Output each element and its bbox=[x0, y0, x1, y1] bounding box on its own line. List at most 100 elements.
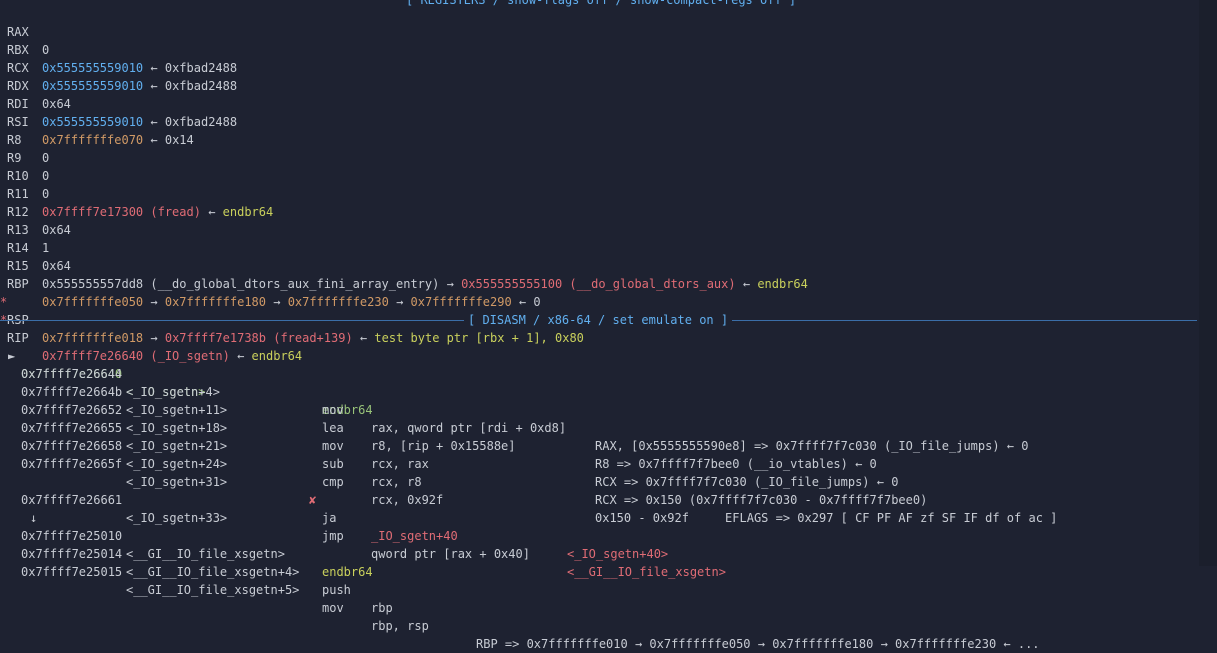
instruction-operands: _IO_sgetn+40 bbox=[371, 529, 458, 543]
instruction-operands: rbp bbox=[371, 601, 393, 615]
instruction-address: 0x7ffff7e26655 bbox=[21, 421, 123, 435]
instruction-mnemonic: mov bbox=[322, 403, 344, 417]
disasm-flow-marker: ↓ bbox=[0, 491, 37, 525]
register-value: 0x555555559010 bbox=[42, 61, 144, 75]
arrow-left-icon: ← bbox=[150, 61, 158, 75]
register-rdx: RDX 0x64 bbox=[0, 59, 71, 111]
disasm-line: 0x7ffff7e26658 <_IO_sgetn+24> cmp rcx, 0… bbox=[0, 419, 1057, 525]
arrow-left-icon: ← bbox=[208, 205, 216, 219]
arrow-left-icon: ← bbox=[518, 295, 527, 309]
instruction-symbol: <_IO_sgetn+33> bbox=[126, 511, 228, 525]
register-target: 0 bbox=[533, 295, 541, 309]
register-value: 0 bbox=[42, 187, 50, 201]
register-r9: R9 0 bbox=[0, 131, 49, 183]
register-r10: R10 0 bbox=[0, 149, 49, 201]
register-mid: 0x7ffff7e1738b (fread+139) bbox=[164, 331, 353, 345]
instruction-symbol: <_IO_sgetn+31> bbox=[126, 475, 228, 489]
registers-banner: [ REGISTERS / show-flags off / show-comp… bbox=[402, 0, 801, 8]
disasm-banner: [ DISASM / x86-64 / set emulate on ] bbox=[464, 312, 733, 328]
instruction-mnemonic: sub bbox=[322, 457, 344, 471]
register-value: 0x555555557dd8 (__do_global_dtors_aux_fi… bbox=[42, 277, 440, 291]
instruction-address: 0x7ffff7e25010 bbox=[21, 529, 123, 543]
register-chain-1: 0x7fffffffe180 bbox=[164, 295, 266, 309]
register-r13: R13 1 bbox=[0, 203, 49, 255]
register-value: 0x555555559010 bbox=[42, 115, 144, 129]
instruction-symbol: <_IO_sgetn+11> bbox=[126, 403, 228, 417]
instruction-address: 0x7ffff7e26661 bbox=[21, 493, 123, 507]
instruction-comment: RAX, [0x5555555590e8] => 0x7ffff7f7c030 … bbox=[595, 439, 1029, 453]
instruction-comment: R8 => 0x7ffff7f7bee0 (__io_vtables) ← 0 bbox=[595, 457, 877, 471]
register-rbx: RBX 0x555555559010 ← 0xfbad2488 bbox=[0, 23, 237, 75]
register-value: 0x64 bbox=[42, 259, 71, 273]
instruction-comment: 0x150 - 0x92f EFLAGS => 0x297 [ CF PF AF… bbox=[595, 511, 1058, 525]
arrow-right-icon: → bbox=[446, 277, 454, 291]
register-r12: R12 0x64 bbox=[0, 185, 71, 237]
instruction-operands: rcx, 0x92f bbox=[371, 493, 444, 507]
register-rsp: * RSP 0x7fffffffe018 → 0x7ffff7e1738b (f… bbox=[0, 295, 584, 345]
register-target: 0x14 bbox=[164, 133, 194, 147]
instruction-comment: RCX => 0x150 (0x7ffff7f7c030 - 0x7ffff7f… bbox=[595, 493, 928, 507]
register-r8: R8 0 bbox=[0, 113, 49, 165]
instruction-symbol: <__GI__IO_file_xsgetn+5> bbox=[126, 583, 300, 597]
instruction-mnemonic: jmp bbox=[322, 529, 344, 543]
register-rdi: RDI 0x555555559010 ← 0xfbad2488 bbox=[0, 77, 237, 129]
register-value: 0x7fffffffe018 bbox=[42, 331, 144, 345]
register-chain-2: 0x7fffffffe230 bbox=[287, 295, 389, 309]
instruction-operands: rax, qword ptr [rdi + 0xd8] bbox=[371, 421, 567, 435]
scrollbar[interactable] bbox=[1199, 0, 1217, 566]
register-rax: RAX 0 bbox=[0, 5, 49, 57]
register-chain-3: 0x7fffffffe290 bbox=[410, 295, 512, 309]
instruction-operands: rcx, r8 bbox=[371, 475, 422, 489]
register-r15: R15 0x555555557dd8 (__do_global_dtors_au… bbox=[0, 239, 808, 291]
instruction-operands: rbp, rsp bbox=[371, 619, 429, 633]
register-r14: R14 0x64 bbox=[0, 221, 71, 273]
register-target: endbr64 bbox=[222, 205, 274, 219]
instruction-comment: RBP => 0x7fffffffe010 → 0x7fffffffe050 →… bbox=[476, 637, 1040, 651]
register-target: 0xfbad2488 bbox=[164, 115, 238, 129]
instruction-symbol: <_IO_sgetn+21> bbox=[126, 439, 228, 453]
instruction-symbol: <_IO_sgetn+24> bbox=[126, 457, 228, 471]
disasm-line: 0x7ffff7e25014 <__GI__IO_file_xsgetn+4> … bbox=[0, 527, 393, 615]
register-rcx: RCX 0x555555559010 ← 0xfbad2488 bbox=[0, 41, 237, 93]
disasm-line: 0x7ffff7e26644 <_IO_sgetn+4> mov rax, qw… bbox=[0, 347, 1028, 453]
disasm-line-current: ► 0x7ffff7e26640 <_IO_sgetn> endbr64 bbox=[0, 329, 373, 417]
register-target: 0xfbad2488 bbox=[164, 61, 238, 75]
instruction-symbol: <_IO_sgetn+18> bbox=[126, 421, 228, 435]
instruction-mnemonic: cmp bbox=[322, 475, 344, 489]
disasm-line: 0x7ffff7e2665f <_IO_sgetn+31> ✘ ja _IO_s… bbox=[0, 437, 668, 561]
instruction-operands: qword ptr [rax + 0x40] bbox=[371, 547, 530, 561]
register-rsi: RSI 0x7fffffffe070 ← 0x14 bbox=[0, 95, 194, 147]
arrow-left-icon: ← bbox=[359, 331, 368, 345]
instruction-mnemonic: mov bbox=[322, 601, 344, 615]
register-target: endbr64 bbox=[251, 349, 303, 363]
instruction-address: 0x7ffff7e2665f bbox=[21, 457, 123, 471]
instruction-address: 0x7ffff7e26644 bbox=[21, 367, 123, 381]
disasm-line: 0x7ffff7e26661 <_IO_sgetn+33> jmp qword … bbox=[0, 473, 726, 579]
register-value: 0x555555559010 bbox=[42, 79, 144, 93]
register-value: 0x7fffffffe070 bbox=[42, 133, 144, 147]
register-target: endbr64 bbox=[757, 277, 808, 291]
instruction-comment: RCX => 0x7ffff7f7c030 (_IO_file_jumps) ←… bbox=[595, 475, 899, 489]
disasm-line: 0x7ffff7e26652 <_IO_sgetn+18> mov rcx, r… bbox=[0, 383, 898, 489]
arrow-down-icon: ↓ bbox=[30, 511, 38, 525]
arrow-left-icon: ← bbox=[150, 79, 158, 93]
disasm-line: 0x7ffff7e25010 <__GI__IO_file_xsgetn> en… bbox=[0, 509, 373, 579]
register-r11: R11 0x7ffff7e17300 (fread) ← endbr64 bbox=[0, 167, 273, 219]
disasm-line: 0x7ffff7e26655 <_IO_sgetn+21> sub rcx, r… bbox=[0, 401, 927, 507]
instruction-mnemonic: mov bbox=[322, 439, 344, 453]
register-value: 0x7ffff7e26640 (_IO_sgetn) bbox=[42, 349, 230, 363]
disasm-line: 0x7ffff7e25015 <__GI__IO_file_xsgetn+5> … bbox=[0, 545, 1040, 651]
instruction-mnemonic: push bbox=[322, 583, 351, 597]
register-value: 0x64 bbox=[42, 223, 71, 237]
instruction-comment: <_IO_sgetn+40> bbox=[567, 547, 669, 561]
register-mid: 0x555555555100 (__do_global_dtors_aux) bbox=[461, 277, 736, 291]
instruction-mnemonic: lea bbox=[322, 421, 344, 435]
arrow-left-icon: ← bbox=[150, 133, 158, 147]
register-target: test byte ptr [rbx + 1], 0x80 bbox=[374, 331, 584, 345]
register-value: 1 bbox=[42, 241, 50, 255]
not-taken-icon: ✘ bbox=[309, 493, 317, 507]
instruction-operands: rcx, rax bbox=[371, 457, 429, 471]
instruction-mnemonic: ja bbox=[322, 511, 337, 525]
instruction-address: 0x7ffff7e2664b bbox=[21, 385, 123, 399]
arrow-left-icon: ← bbox=[742, 277, 751, 291]
